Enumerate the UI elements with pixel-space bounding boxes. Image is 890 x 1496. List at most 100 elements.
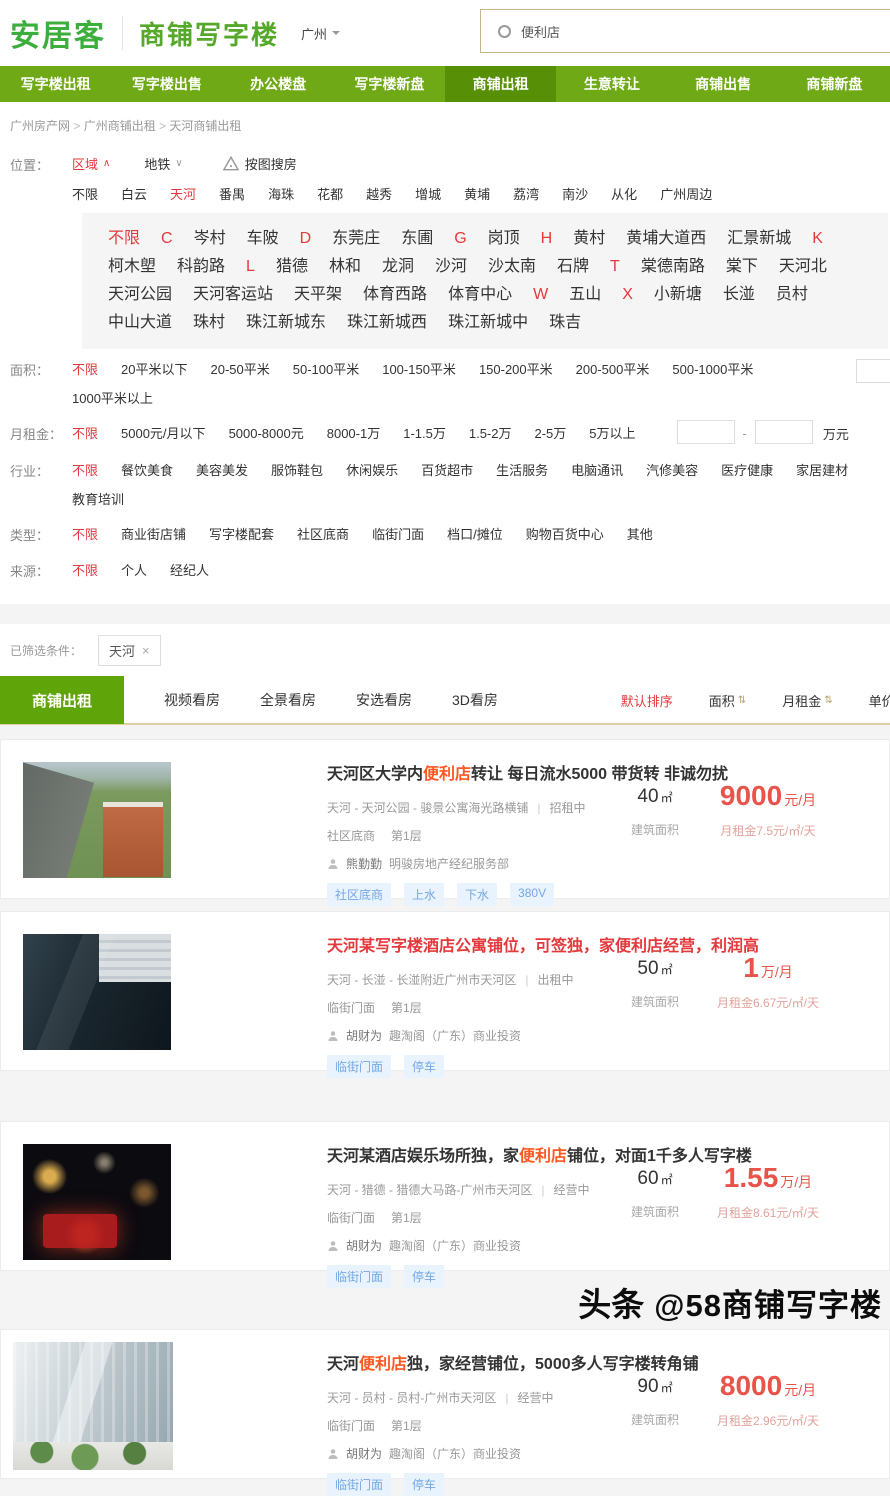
subdistrict-option[interactable]: 员村 [776, 281, 808, 309]
district-option[interactable]: 从化 [611, 184, 637, 203]
listing-photo[interactable] [23, 762, 171, 878]
rent-option[interactable]: 1-1.5万 [403, 423, 446, 442]
rent-option[interactable]: 1.5-2万 [469, 423, 512, 442]
district-option[interactable]: 白云 [121, 184, 147, 203]
breadcrumb-item[interactable]: 广州商铺出租 [73, 119, 155, 133]
search-box[interactable] [480, 9, 890, 53]
nav-tab[interactable]: 写字楼新盘 [334, 66, 445, 102]
source-option[interactable]: 经纪人 [170, 560, 209, 579]
area-option[interactable]: 不限 [72, 359, 98, 378]
tab-shop-rent[interactable]: 商铺出租 [0, 676, 124, 724]
subdistrict-option[interactable]: W [533, 281, 548, 309]
industry-option[interactable]: 家居建材 [796, 460, 848, 479]
subdistrict-option[interactable]: 珠村 [193, 309, 225, 337]
district-option[interactable]: 南沙 [562, 184, 588, 203]
type-option[interactable]: 不限 [72, 524, 98, 543]
subdistrict-option[interactable]: C [161, 225, 173, 253]
rent-option[interactable]: 不限 [72, 423, 98, 442]
view-filter-tab[interactable]: 视频看房 [164, 690, 220, 710]
area-option[interactable]: 20平米以下 [121, 359, 187, 378]
type-option[interactable]: 临街门面 [372, 524, 424, 543]
listing-title[interactable]: 天河便利店独，家经营铺位，5000多人写字楼转角铺 [327, 1350, 699, 1374]
subdistrict-option[interactable]: 中山大道 [108, 309, 172, 337]
anjuke-logo[interactable]: 安居客 [10, 11, 106, 55]
subdistrict-option[interactable]: H [541, 225, 553, 253]
area-custom-input[interactable] [856, 359, 890, 383]
view-filter-tab[interactable]: 全景看房 [260, 690, 316, 710]
industry-option[interactable]: 美容美发 [196, 460, 248, 479]
subdistrict-option[interactable]: 沙河 [435, 253, 467, 281]
rent-option[interactable]: 5000元/月以下 [121, 423, 206, 442]
nav-tab[interactable]: 商铺出售 [668, 66, 779, 102]
subdistrict-option[interactable]: 体育中心 [448, 281, 512, 309]
sort-option[interactable]: 单价 ⇅ [869, 691, 890, 710]
listing-card[interactable]: 天河便利店独，家经营铺位，5000多人写字楼转角铺 天河 - 员村 - 员村-广… [0, 1329, 890, 1479]
subdistrict-option[interactable]: 东莞庄 [332, 225, 380, 253]
listing-card[interactable]: 天河区大学内便利店转让 每日流水5000 带货转 非诚勿扰 天河 - 天河公园 … [0, 739, 890, 899]
subdistrict-option[interactable]: 汇景新城 [727, 225, 791, 253]
subdistrict-option[interactable]: 天平架 [294, 281, 342, 309]
listing-photo[interactable] [13, 1342, 173, 1470]
district-option[interactable]: 增城 [415, 184, 441, 203]
area-option[interactable]: 200-500平米 [576, 359, 650, 378]
industry-option[interactable]: 医疗健康 [721, 460, 773, 479]
area-option[interactable]: 1000平米以上 [72, 388, 153, 407]
district-option[interactable]: 海珠 [268, 184, 294, 203]
area-option[interactable]: 150-200平米 [479, 359, 553, 378]
subway-tab[interactable]: 地铁 ∨ [144, 154, 182, 173]
rent-max-input[interactable] [755, 420, 813, 444]
district-option[interactable]: 番禺 [219, 184, 245, 203]
region-tab[interactable]: 区域 ∧ [72, 154, 110, 173]
district-option[interactable]: 黄埔 [464, 184, 490, 203]
subdistrict-option[interactable]: X [622, 281, 633, 309]
subdistrict-option[interactable]: D [300, 225, 312, 253]
industry-option[interactable]: 教育培训 [72, 489, 124, 508]
subdistrict-option[interactable]: 长湴 [723, 281, 755, 309]
subdistrict-option[interactable]: 不限 [108, 225, 140, 253]
industry-option[interactable]: 汽修美容 [646, 460, 698, 479]
subdistrict-option[interactable]: G [454, 225, 466, 253]
sort-option[interactable]: 月租金 ⇅ [782, 691, 832, 710]
subdistrict-option[interactable]: 岗顶 [488, 225, 520, 253]
subdistrict-option[interactable]: 车陂 [247, 225, 279, 253]
type-option[interactable]: 商业街店铺 [121, 524, 186, 543]
listing-card[interactable]: 天河某酒店娱乐场所独，家便利店铺位，对面1千多人写字楼 天河 - 猎德 - 猎德… [0, 1121, 890, 1271]
nav-tab[interactable]: 写字楼出租 [0, 66, 111, 102]
breadcrumb-item[interactable]: 天河商铺出租 [159, 119, 241, 133]
nav-tab[interactable]: 办公楼盘 [223, 66, 334, 102]
district-option[interactable]: 不限 [72, 184, 98, 203]
listing-title[interactable]: 天河区大学内便利店转让 每日流水5000 带货转 非诚勿扰 [327, 760, 728, 784]
subdistrict-option[interactable]: 天河客运站 [193, 281, 273, 309]
source-option[interactable]: 不限 [72, 560, 98, 579]
nav-tab[interactable]: 写字楼出售 [111, 66, 222, 102]
nav-tab[interactable]: 生意转让 [556, 66, 667, 102]
industry-option[interactable]: 生活服务 [496, 460, 548, 479]
industry-option[interactable]: 不限 [72, 460, 98, 479]
area-option[interactable]: 500-1000平米 [672, 359, 753, 378]
rent-option[interactable]: 5万以上 [589, 423, 635, 442]
subdistrict-option[interactable]: 林和 [329, 253, 361, 281]
subdistrict-option[interactable]: T [610, 253, 620, 281]
sort-default[interactable]: 默认排序 [621, 691, 673, 710]
city-selector[interactable]: 广州 [301, 24, 340, 43]
subdistrict-option[interactable]: 黄埔大道西 [626, 225, 706, 253]
listing-photo[interactable] [23, 934, 171, 1050]
subdistrict-option[interactable]: 体育西路 [363, 281, 427, 309]
nav-tab[interactable]: 商铺出租 [445, 66, 556, 102]
district-option[interactable]: 花都 [317, 184, 343, 203]
industry-option[interactable]: 餐饮美食 [121, 460, 173, 479]
subdistrict-option[interactable]: 五山 [569, 281, 601, 309]
subdistrict-option[interactable]: 东圃 [401, 225, 433, 253]
subdistrict-option[interactable]: 天河北 [779, 253, 827, 281]
area-option[interactable]: 20-50平米 [210, 359, 269, 378]
subdistrict-option[interactable]: 珠吉 [549, 309, 581, 337]
subdistrict-option[interactable]: 龙洞 [382, 253, 414, 281]
rent-option[interactable]: 5000-8000元 [229, 423, 304, 442]
view-filter-tab[interactable]: 3D看房 [452, 690, 498, 710]
rent-option[interactable]: 8000-1万 [327, 423, 380, 442]
type-option[interactable]: 其他 [627, 524, 653, 543]
subdistrict-option[interactable]: 棠下 [726, 253, 758, 281]
subdistrict-option[interactable]: 柯木塱 [108, 253, 156, 281]
subdistrict-option[interactable]: 岑村 [194, 225, 226, 253]
industry-option[interactable]: 百货超市 [421, 460, 473, 479]
